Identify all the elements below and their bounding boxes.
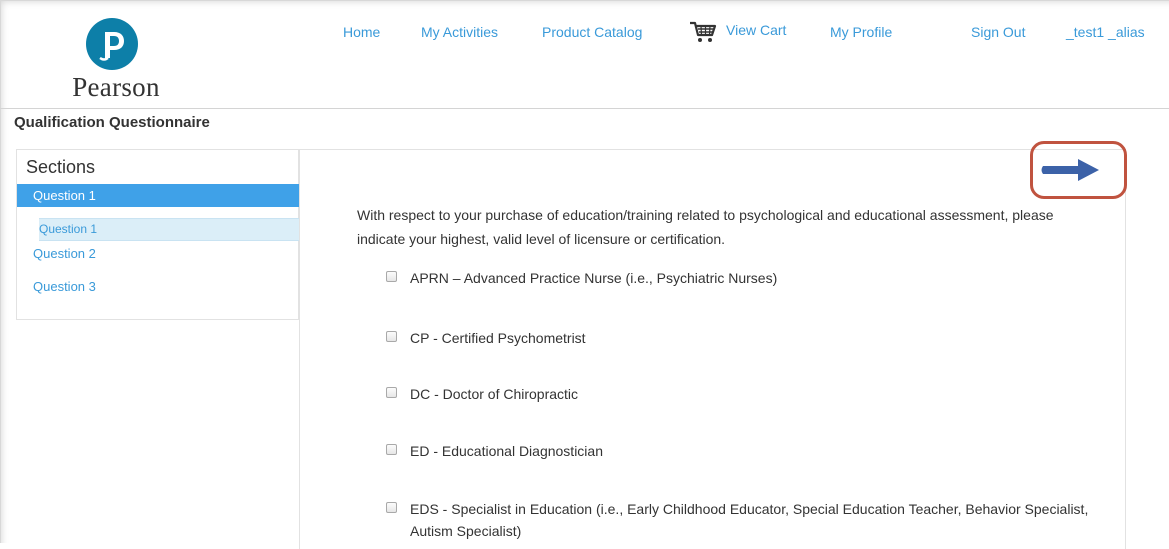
option-checkbox[interactable]	[386, 387, 397, 398]
sections-sidebar: Sections Question 1 Question 1 Question …	[16, 149, 300, 320]
question-text: With respect to your purchase of educati…	[357, 207, 1054, 247]
next-arrow-icon[interactable]	[1040, 156, 1102, 184]
cart-icon[interactable]	[689, 20, 717, 44]
option-label: CP - Certified Psychometrist	[410, 330, 586, 346]
option-checkbox[interactable]	[386, 271, 397, 282]
nav-home-link[interactable]: Home	[343, 24, 380, 40]
option-checkbox[interactable]	[386, 331, 397, 342]
option-label: DC - Doctor of Chiropractic	[410, 386, 579, 402]
sidebar-subitem-label: Question 1	[39, 222, 98, 236]
nav-my-activities-link[interactable]: My Activities	[421, 24, 498, 40]
sections-heading: Sections	[26, 157, 96, 177]
nav-my-profile-link[interactable]: My Profile	[830, 24, 892, 40]
nav-product-catalog-link[interactable]: Product Catalog	[542, 24, 642, 40]
nav-view-cart-link[interactable]: View Cart	[726, 22, 786, 38]
option-label: EDS - Specialist in Education (i.e., Ear…	[410, 501, 1089, 539]
header-divider	[0, 108, 1169, 109]
option-label: ED - Educational Diagnostician	[410, 443, 603, 459]
nav-user-link[interactable]: _test1 _alias	[1066, 24, 1145, 40]
option-label: APRN – Advanced Practice Nurse (i.e., Ps…	[410, 270, 778, 286]
option-checkbox[interactable]	[386, 502, 397, 513]
pearson-p-icon	[86, 18, 138, 70]
sidebar-section-question-2[interactable]: Question 2	[33, 246, 96, 261]
sidebar-section-question-1[interactable]: Question 1	[17, 184, 300, 207]
nav-sign-out-link[interactable]: Sign Out	[971, 24, 1025, 40]
pearson-logo[interactable]: Pearson	[60, 18, 172, 102]
page-title: Qualification Questionnaire	[14, 114, 210, 131]
sidebar-subitem-question-1[interactable]: Question 1	[39, 218, 300, 241]
logo-text: Pearson	[72, 72, 160, 102]
sidebar-section-question-3[interactable]: Question 3	[33, 279, 96, 294]
option-checkbox[interactable]	[386, 444, 397, 455]
